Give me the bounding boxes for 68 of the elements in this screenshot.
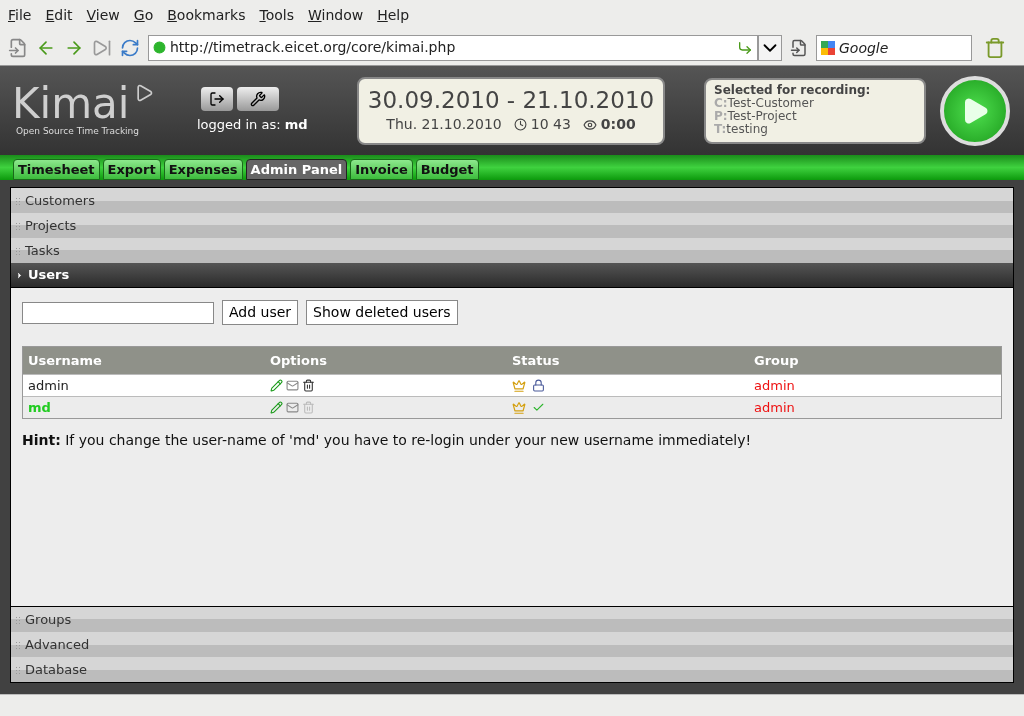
column-header: Group [754, 351, 800, 370]
recording-line: T:testing [714, 122, 768, 136]
trash-icon[interactable] [984, 36, 1006, 59]
dropdown-icon[interactable] [758, 34, 782, 61]
recording-title: Selected for recording: [714, 83, 872, 97]
recording-line: C:Test-Customer [714, 96, 814, 110]
crown-icon [512, 400, 526, 415]
column-header: Status [512, 351, 561, 370]
triangle-icon [15, 270, 24, 280]
column-header: Username [28, 351, 103, 370]
recording-line: P:Test-Project [714, 109, 798, 123]
lock-icon[interactable] [532, 379, 545, 392]
delete-icon[interactable] [302, 379, 315, 392]
crown-icon [512, 378, 526, 393]
export-icon[interactable] [790, 38, 808, 57]
accordion-header[interactable]: Users [11, 263, 1013, 288]
username-cell-text: md [28, 398, 52, 417]
group-cell-text: admin [754, 398, 796, 417]
menu-item[interactable]: Bookmarks [167, 4, 246, 26]
menu-item[interactable]: Window [308, 4, 364, 26]
tab[interactable]: Admin Panel [245, 159, 348, 180]
page-icon[interactable] [8, 37, 28, 58]
accordion-header[interactable]: Advanced [11, 632, 1013, 657]
tab[interactable]: Export [102, 159, 161, 180]
menu-item[interactable]: File [8, 4, 32, 26]
menu-item[interactable]: Help [377, 4, 410, 26]
menu-item[interactable]: Edit [45, 4, 73, 26]
reload-icon[interactable] [120, 37, 140, 58]
action-button[interactable]: Show deleted users [306, 300, 458, 325]
tab[interactable]: Expenses [163, 159, 243, 180]
wrench-icon [250, 90, 266, 107]
status-dot-icon [153, 41, 166, 54]
accordion-header[interactable]: Database [11, 657, 1013, 682]
tagline: Open Source Time Tracking [16, 124, 141, 138]
current-date: Thu. 21.10.2010 [386, 115, 502, 134]
action-button[interactable]: Add user [222, 300, 299, 325]
group-cell-text: admin [754, 376, 796, 395]
accordion-header[interactable]: Groups [11, 607, 1013, 632]
menu-item[interactable]: Go [133, 4, 154, 26]
logo: Kimai [12, 82, 130, 125]
logout-button[interactable] [201, 86, 233, 111]
username-cell-text: admin [28, 376, 70, 395]
check-icon[interactable] [532, 401, 545, 414]
menu-item[interactable]: Tools [259, 4, 294, 26]
clock-icon [513, 118, 527, 131]
accordion-header[interactable]: Projects [11, 213, 1013, 238]
settings-button[interactable] [237, 86, 279, 111]
edit-icon[interactable] [270, 401, 283, 414]
column-header: Options [270, 351, 328, 370]
hint-text: Hint: If you change the user-name of 'md' you have to re-login under your new username immediately! [22, 431, 753, 450]
current-time: 10 43 [530, 115, 571, 134]
accordion-header[interactable]: Customers [11, 188, 1013, 213]
address-bar[interactable]: http://timetrack.eicet.org/core/kimai.php [148, 34, 758, 61]
menu-item[interactable]: View [86, 4, 120, 26]
eye-icon [582, 117, 597, 132]
edit-icon[interactable] [270, 379, 283, 392]
logged-in-text: logged in as: md [197, 115, 308, 134]
tab[interactable]: Invoice [350, 159, 413, 180]
logout-icon [209, 90, 225, 107]
search-field[interactable]: Google [816, 34, 972, 61]
tab[interactable]: Timesheet [13, 159, 100, 180]
duration: 0:00 [600, 115, 636, 134]
accordion-header[interactable]: Tasks [11, 238, 1013, 263]
tab[interactable]: Budget [415, 159, 479, 180]
mail-icon[interactable] [286, 401, 299, 414]
search-input[interactable] [22, 301, 214, 324]
date-range[interactable]: 30.09.2010 - 21.10.2010 [367, 86, 655, 114]
go-icon[interactable] [737, 39, 753, 56]
